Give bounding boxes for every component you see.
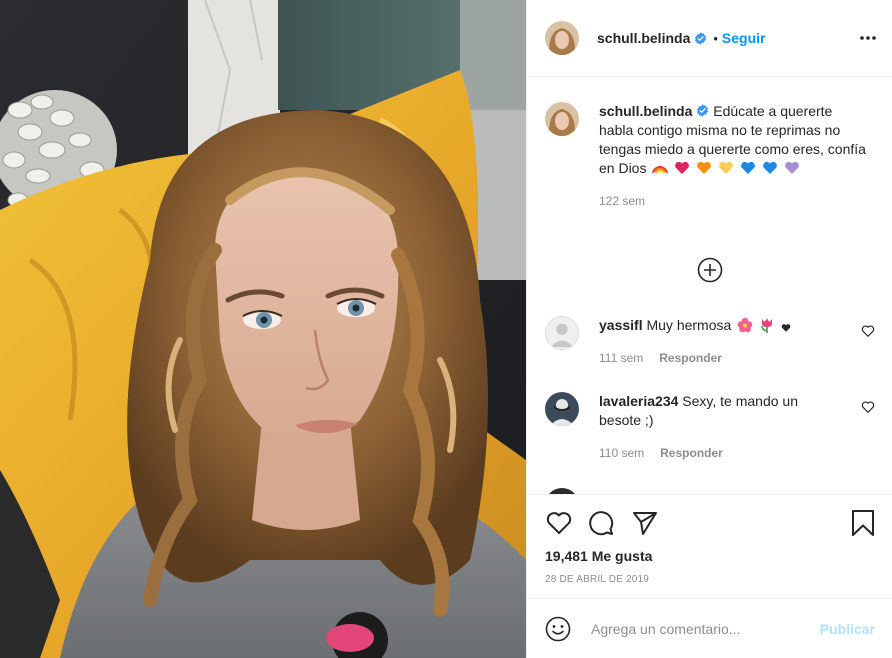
blue-heart-icon [762,160,778,176]
comment-time[interactable]: 110 sem [599,446,644,460]
comment-text: Muy hermosa [646,317,732,333]
header-separator: • [713,30,718,46]
comment-username[interactable]: lavaleria234 [599,393,678,409]
post-header: schull.belinda • Seguir [527,0,892,77]
comment-item: yassifl Muy hermosa 111 sem Responder [545,316,875,368]
red-heart-icon [674,160,690,176]
comment-input[interactable] [589,619,810,638]
blue-heart-icon [740,160,756,176]
follow-button[interactable]: Seguir [722,30,766,46]
paper-plane-icon[interactable] [631,509,659,537]
commenter-avatar[interactable] [545,392,579,426]
comment-username[interactable]: yassifl [599,317,643,333]
rainbow-icon [652,160,669,176]
default-avatar-icon [546,317,578,349]
reply-button[interactable]: Responder [659,351,722,365]
plus-circle-icon[interactable] [697,257,723,283]
author-username[interactable]: schull.belinda [597,30,690,46]
caption-avatar[interactable] [545,102,579,136]
orange-heart-icon [696,160,712,176]
comment-icon[interactable] [587,509,615,537]
caption: schull.belinda Edúcate a quererte habla … [545,102,875,208]
reply-button[interactable]: Responder [660,446,723,460]
action-icons [545,509,877,537]
comment-body: lavaleria234 Sexy, te mando un besote ;)… [599,392,839,463]
smiley-icon[interactable] [545,616,571,642]
commenter-avatar[interactable] [545,316,579,350]
post-actions: 19,481 Me gusta 28 DE ABRIL DE 2019 [527,494,892,598]
yellow-heart-icon [718,160,734,176]
caption-username[interactable]: schull.belinda [599,103,692,119]
heart-icon[interactable] [861,324,875,338]
post-details-panel: schull.belinda • Seguir schull.belinda E… [526,0,892,658]
post-photo-illustration [0,0,526,658]
more-horizontal-icon[interactable] [859,29,877,47]
bookmark-icon[interactable] [849,509,877,537]
comments-area[interactable]: schull.belinda Edúcate a quererte habla … [527,78,892,494]
comment-meta: 110 sem Responder [599,444,839,463]
likes-count[interactable]: 19,481 Me gusta [545,548,652,564]
caption-time[interactable]: 122 sem [599,194,869,208]
verified-badge-icon [694,31,707,45]
tulip-icon [759,317,775,333]
publish-button[interactable]: Publicar [820,621,875,637]
author-avatar[interactable] [545,21,579,55]
hibiscus-icon [737,317,753,333]
avatar-image [545,392,579,426]
comment-item: lavaleria234 Sexy, te mando un besote ;)… [545,392,875,463]
post-date[interactable]: 28 DE ABRIL DE 2019 [545,574,649,585]
comment-meta: 111 sem Responder [599,349,839,368]
comment-body: yassifl Muy hermosa 111 sem Responder [599,316,839,368]
heart-icon[interactable] [545,509,573,537]
instagram-post: schull.belinda • Seguir schull.belinda E… [0,0,892,658]
purple-heart-icon [784,160,800,176]
caption-text-block: schull.belinda Edúcate a quererte habla … [599,102,869,178]
verified-badge-icon [696,103,709,117]
add-comment-bar: Publicar [527,598,892,658]
comment-time[interactable]: 111 sem [599,351,643,365]
heart-icon[interactable] [861,400,875,414]
avatar-image [545,21,579,55]
avatar-image [545,102,579,136]
black-heart-icon [781,319,791,335]
post-photo[interactable] [0,0,526,658]
